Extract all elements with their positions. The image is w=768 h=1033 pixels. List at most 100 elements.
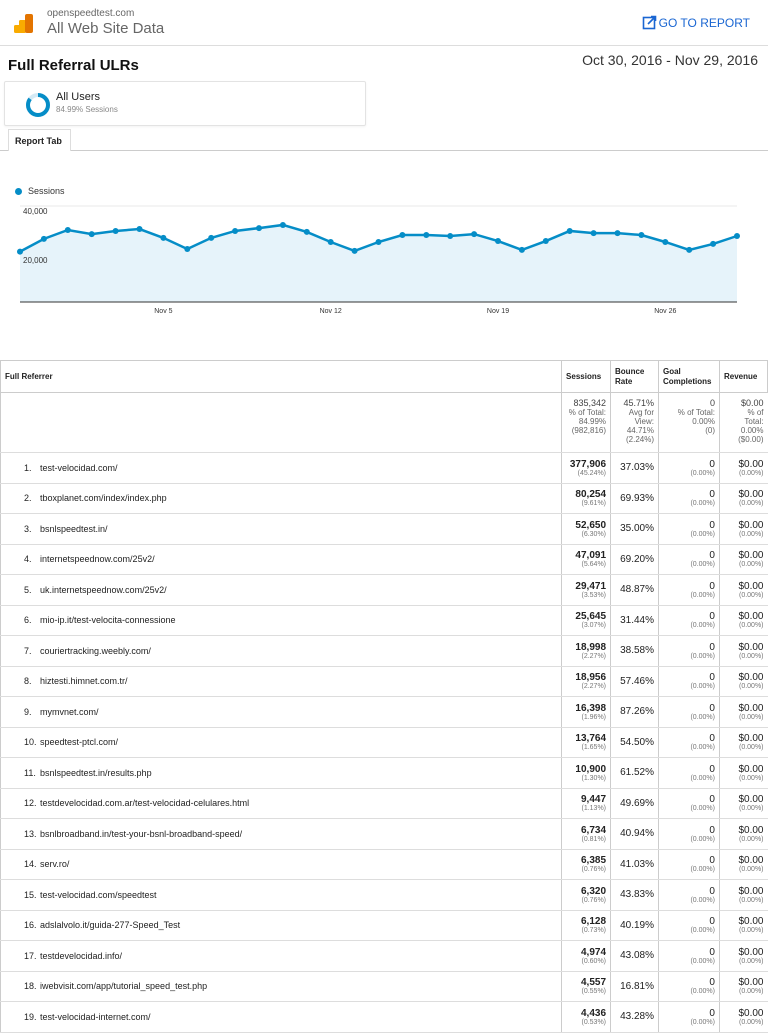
goal-completions-cell: 0 (0.00%) (658, 666, 720, 697)
referrer-cell[interactable]: 5. uk.internetspeednow.com/25v2/ (0, 574, 562, 606)
col-full-referrer[interactable]: Full Referrer (0, 360, 563, 393)
totals-row: 835,342% of Total: 84.99% (982,816) 45.71%… (0, 392, 768, 453)
revenue-cell: $0.00 (0.00%) (718, 513, 768, 545)
referrer-link[interactable]: hiztesti.himnet.com.tr/ (40, 676, 128, 686)
revenue-cell: $0.00 (0.00%) (718, 452, 768, 484)
referrer-cell[interactable]: 7. couriertracking.weebly.com/ (0, 635, 562, 667)
bounce-rate-cell: 69.93% (610, 483, 659, 514)
data-point (447, 233, 454, 239)
col-bounce-rate[interactable]: Bounce Rate (610, 360, 659, 393)
referrer-cell[interactable]: 18. iwebvisit.com/app/tutorial_speed_test… (0, 971, 562, 1002)
col-sessions[interactable]: Sessions (561, 360, 612, 393)
go-to-report-label: GO TO REPORT (658, 15, 750, 30)
referrer-link[interactable]: speedtest-ptcl.com/ (40, 737, 118, 747)
revenue-cell: $0.00 (0.00%) (718, 483, 768, 514)
data-point (662, 239, 669, 245)
referrer-link[interactable]: uk.internetspeednow.com/25v2/ (40, 585, 167, 595)
go-to-report-button[interactable]: GO TO REPORT (642, 15, 750, 30)
referrer-cell[interactable]: 2. tboxplanet.com/index/index.php (0, 483, 562, 514)
referrer-link[interactable]: mio-ip.it/test-velocita-connessione (40, 615, 176, 625)
col-goal-completions[interactable]: Goal Completions (658, 360, 720, 393)
referrer-cell[interactable]: 9. mymvnet.com/ (0, 696, 562, 728)
table-header-row: Full Referrer Sessions Bounce Rate Goal … (0, 360, 768, 393)
date-range[interactable]: Oct 30, 2016 - Nov 29, 2016 (582, 52, 758, 68)
data-point (184, 245, 191, 252)
referrer-link[interactable]: test-velocidad-internet.com/ (40, 1012, 151, 1022)
referrer-link[interactable]: bsnlspeedtest.in/ (40, 524, 108, 534)
data-point (136, 226, 143, 233)
referrer-link[interactable]: iwebvisit.com/app/tutorial_speed_test.ph… (40, 981, 207, 991)
row-number: 9. (24, 706, 32, 717)
data-point (399, 232, 406, 239)
row-number: 16. (24, 920, 37, 931)
app-header: openspeedtest.com All Web Site Data GO T… (0, 0, 768, 46)
legend-dot-icon (15, 187, 22, 195)
bounce-rate-cell: 38.58% (610, 635, 659, 667)
bounce-rate-cell: 16.81% (610, 971, 659, 1002)
goal-completions-cell: 0 (0.00%) (658, 849, 720, 880)
referrer-cell[interactable]: 11. bsnlspeedtest.in/results.php (0, 757, 562, 789)
page-title: Full Referral ULRs (8, 57, 139, 74)
row-number: 18. (24, 981, 37, 992)
referrer-link[interactable]: internetspeednow.com/25v2/ (40, 554, 155, 564)
y-tick-label: 40,000 (23, 207, 48, 216)
referrer-cell[interactable]: 15. test-velocidad.com/speedtest (0, 879, 562, 911)
referrer-cell[interactable]: 1. test-velocidad.com/ (0, 452, 562, 484)
data-point (542, 238, 549, 245)
revenue-cell: $0.00 (0.00%) (718, 635, 768, 667)
referrer-link[interactable]: test-velocidad.com/speedtest (40, 890, 157, 900)
data-point (686, 246, 693, 253)
referrer-cell[interactable]: 14. serv.ro/ (0, 849, 562, 880)
referrer-cell[interactable]: 6. mio-ip.it/test-velocita-connessione (0, 605, 562, 636)
segment-name: All Users (56, 91, 101, 103)
referrer-link[interactable]: couriertracking.weebly.com/ (40, 646, 151, 656)
sessions-cell: 4,436 (0.53%) (561, 1001, 611, 1033)
data-point (734, 233, 740, 239)
revenue-cell: $0.00 (0.00%) (718, 818, 768, 850)
referrer-cell[interactable]: 19. test-velocidad-internet.com/ (0, 1001, 562, 1033)
revenue-cell: $0.00 (0.00%) (718, 788, 768, 819)
referrer-cell[interactable]: 3. bsnlspeedtest.in/ (0, 513, 562, 545)
segment-donut-icon (26, 93, 50, 117)
referrer-link[interactable]: adslalvolo.it/guida-277-Speed_Test (40, 920, 180, 930)
bounce-rate-cell: 69.20% (610, 544, 659, 575)
referrer-link[interactable]: test-velocidad.com/ (40, 463, 118, 473)
sessions-cell: 18,956 (2.27%) (561, 666, 611, 697)
referrer-link[interactable]: bsnlbroadband.in/test-your-bsnl-broadban… (40, 829, 242, 839)
revenue-cell: $0.00 (0.00%) (718, 849, 768, 880)
referrer-link[interactable]: tboxplanet.com/index/index.php (40, 493, 167, 503)
referrer-link[interactable]: bsnlspeedtest.in/results.php (40, 768, 152, 778)
sessions-cell: 16,398 (1.96%) (561, 696, 611, 728)
referrer-cell[interactable]: 12. testdevelocidad.com.ar/test-velocidad… (0, 788, 562, 819)
sessions-cell: 6,734 (0.81%) (561, 818, 611, 850)
data-point (256, 225, 262, 232)
goal-completions-cell: 0 (0.00%) (658, 452, 720, 484)
revenue-cell: $0.00 (0.00%) (718, 1001, 768, 1033)
goal-completions-cell: 0 (0.00%) (658, 727, 720, 758)
row-number: 3. (24, 523, 32, 534)
bounce-rate-cell: 35.00% (610, 513, 659, 545)
goal-completions-cell: 0 (0.00%) (658, 971, 720, 1002)
referrer-cell[interactable]: 17. testdevelocidad.info/ (0, 940, 562, 972)
referrer-cell[interactable]: 16. adslalvolo.it/guida-277-Speed_Test (0, 910, 562, 941)
referrer-link[interactable]: serv.ro/ (40, 859, 69, 869)
row-number: 4. (24, 554, 32, 565)
x-tick-label: Nov 19 (487, 308, 509, 315)
table-row: 16. adslalvolo.it/guida-277-Speed_Test 6,1… (0, 910, 768, 941)
referrer-link[interactable]: testdevelocidad.info/ (40, 951, 122, 961)
data-point (17, 248, 23, 255)
segment-card[interactable]: All Users 84.99% Sessions (4, 81, 366, 126)
tab-report[interactable]: Report Tab (8, 129, 71, 151)
referrer-cell[interactable]: 4. internetspeednow.com/25v2/ (0, 544, 562, 575)
referrer-cell[interactable]: 13. bsnlbroadband.in/test-your-bsnl-broad… (0, 818, 562, 850)
referrer-link[interactable]: mymvnet.com/ (40, 707, 99, 717)
sessions-cell: 4,557 (0.55%) (561, 971, 611, 1002)
sessions-cell: 52,650 (6.30%) (561, 513, 611, 545)
view-name: All Web Site Data (47, 20, 165, 37)
col-revenue[interactable]: Revenue (718, 360, 768, 393)
referrer-cell[interactable]: 10. speedtest-ptcl.com/ (0, 727, 562, 758)
sessions-cell: 4,974 (0.60%) (561, 940, 611, 972)
sessions-cell: 6,320 (0.76%) (561, 879, 611, 911)
referrer-link[interactable]: testdevelocidad.com.ar/test-velocidad-ce… (40, 798, 249, 808)
referrer-cell[interactable]: 8. hiztesti.himnet.com.tr/ (0, 666, 562, 697)
